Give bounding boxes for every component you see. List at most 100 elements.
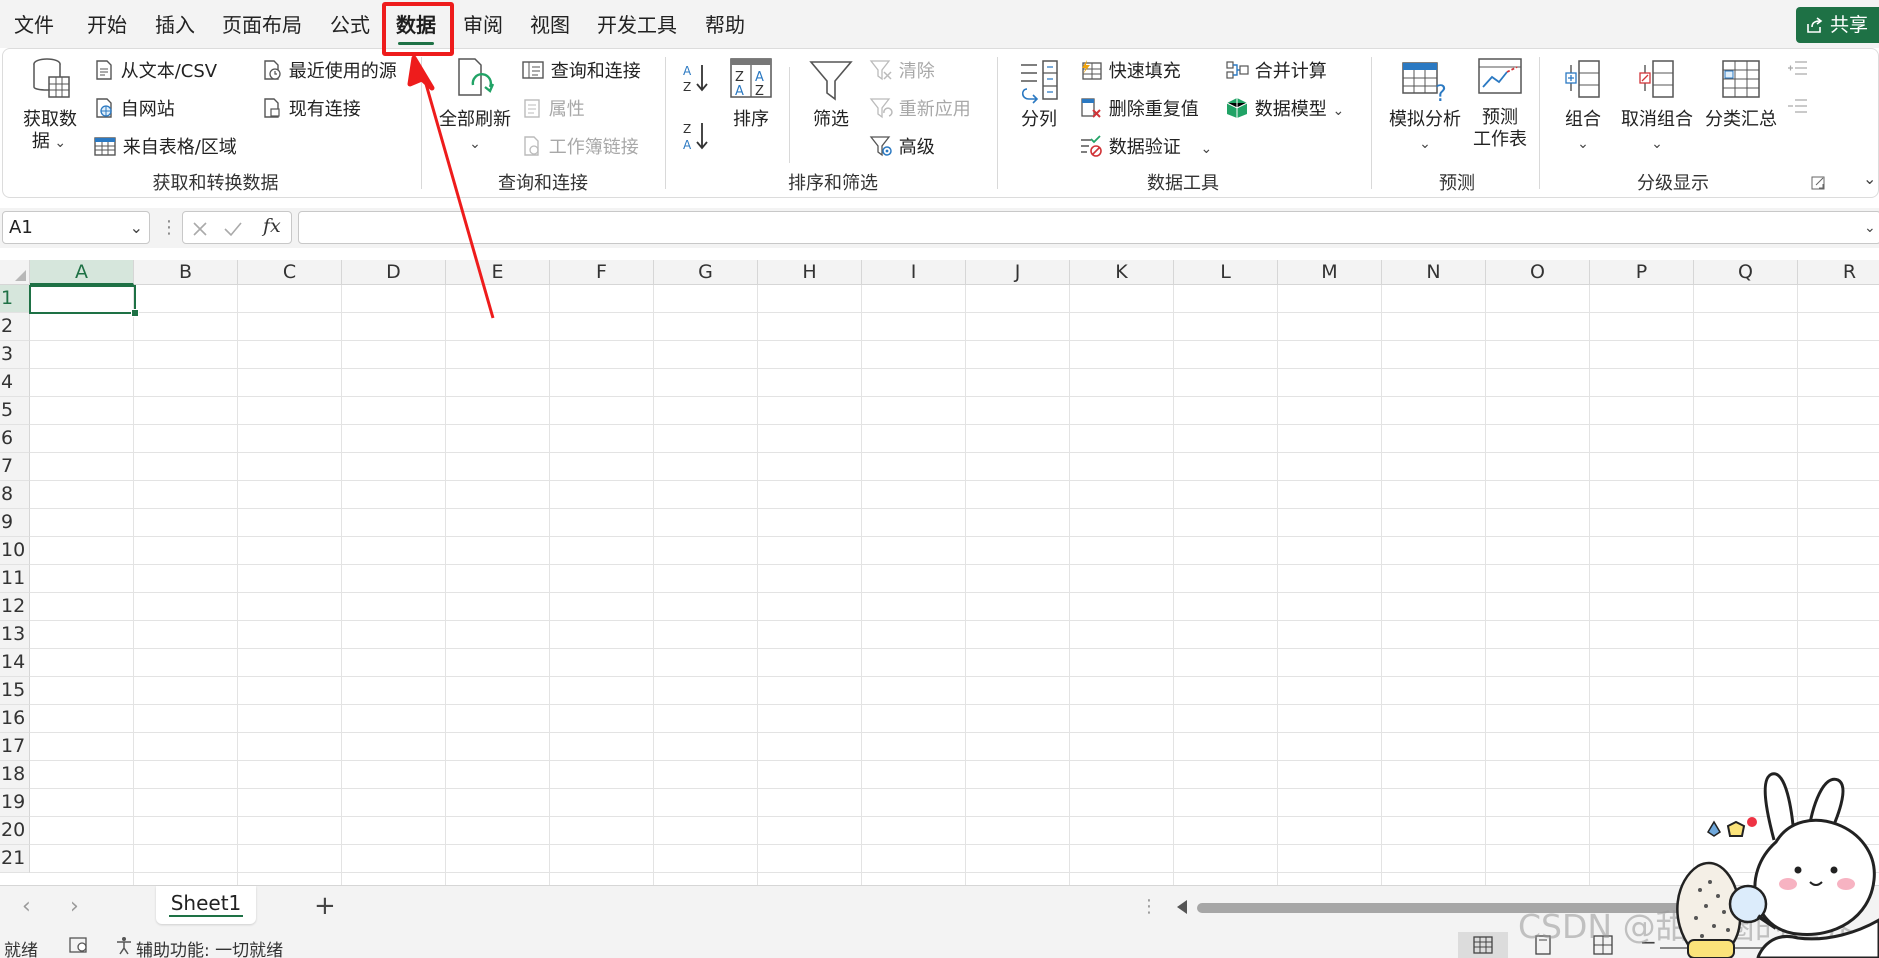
column-header-j[interactable]: J [966,260,1070,285]
row-header-3[interactable]: 3 [0,341,30,369]
group-button[interactable]: 组合 ⌄ [1553,55,1613,155]
row-header-1[interactable]: 1 [0,285,30,313]
row-header-9[interactable]: 9 [0,509,30,537]
tab-review[interactable]: 审阅 [463,10,503,40]
sort-button[interactable]: Z A A Z 排序 [723,55,779,145]
from-web-button[interactable]: 自网站 [93,97,175,122]
from-table-button[interactable]: 来自表格/区域 [93,135,237,160]
row-header-2[interactable]: 2 [0,313,30,341]
sheet-tab[interactable]: Sheet1 [156,886,256,924]
row-header-18[interactable]: 18 [0,761,30,789]
scroll-left-arrow-icon[interactable] [1177,900,1187,914]
expand-formula-icon[interactable]: ⌄ [1864,220,1876,236]
row-header-16[interactable]: 16 [0,705,30,733]
row-header-13[interactable]: 13 [0,621,30,649]
tab-file[interactable]: 文件 [14,10,54,40]
workbook-links-button[interactable]: 工作簿链接 [521,135,639,160]
show-detail-button[interactable] [1787,59,1809,84]
tab-help[interactable]: 帮助 [705,10,745,40]
column-header-h[interactable]: H [758,260,862,285]
row-header-21[interactable]: 21 [0,845,30,873]
data-validation-button[interactable]: 数据验证 ⌄ [1079,135,1212,161]
row-header-7[interactable]: 7 [0,453,30,481]
row-header-20[interactable]: 20 [0,817,30,845]
formula-input[interactable] [298,211,1879,244]
active-cell[interactable] [29,285,139,317]
row-header-8[interactable]: 8 [0,481,30,509]
sort-descending-button[interactable]: Z A [681,119,711,160]
accessibility-status[interactable]: 辅助功能: 一切就绪 [136,936,283,958]
tab-formulas[interactable]: 公式 [330,10,370,40]
subtotal-button[interactable]: 分类汇总 [1699,55,1783,155]
enter-check-icon[interactable] [223,220,243,238]
column-header-b[interactable]: B [134,260,238,285]
flash-fill-button[interactable]: 快速填充 [1079,59,1181,84]
tab-home[interactable]: 开始 [87,10,127,40]
column-header-c[interactable]: C [238,260,342,285]
formula-bar-grip[interactable]: ⋮ [160,217,178,238]
column-header-e[interactable]: E [446,260,550,285]
cancel-icon[interactable] [191,220,209,238]
row-header-12[interactable]: 12 [0,593,30,621]
tab-insert[interactable]: 插入 [155,10,195,40]
row-header-10[interactable]: 10 [0,537,30,565]
row-header-15[interactable]: 15 [0,677,30,705]
scroll-left-icon[interactable]: ‹ [22,894,31,919]
normal-view-button[interactable] [1458,932,1508,958]
add-sheet-button[interactable]: + [314,891,336,921]
column-header-i[interactable]: I [862,260,966,285]
refresh-all-button[interactable]: 全部刷新 ⌄ [435,55,515,155]
column-header-n[interactable]: N [1382,260,1486,285]
column-header-q[interactable]: Q [1694,260,1798,285]
column-header-m[interactable]: M [1278,260,1382,285]
collapse-ribbon-icon[interactable]: ⌄ [1863,167,1876,191]
column-header-a[interactable]: A [30,260,134,285]
scroll-right-icon[interactable]: › [70,894,79,919]
ungroup-button[interactable]: 取消组合 ⌄ [1615,55,1699,155]
column-header-l[interactable]: L [1174,260,1278,285]
tab-developer[interactable]: 开发工具 [597,10,677,40]
consolidate-button[interactable]: 合并计算 [1225,59,1327,84]
macro-record-icon[interactable] [68,936,90,954]
row-header-11[interactable]: 11 [0,565,30,593]
from-text-csv-button[interactable]: 从文本/CSV [93,59,217,84]
recent-sources-button[interactable]: 最近使用的源 [261,59,397,84]
row-header-19[interactable]: 19 [0,789,30,817]
remove-duplicates-button[interactable]: 删除重复值 [1079,97,1199,122]
row-header-6[interactable]: 6 [0,425,30,453]
reapply-button[interactable]: 重新应用 [869,97,971,122]
advanced-filter-button[interactable]: 高级 [869,135,935,160]
scrollbar-splitter[interactable]: ⋮ [1140,896,1158,917]
column-header-g[interactable]: G [654,260,758,285]
insert-function-icon[interactable]: fx [263,215,281,237]
chevron-down-icon[interactable]: ⌄ [130,212,143,243]
column-header-o[interactable]: O [1486,260,1590,285]
queries-connections-button[interactable]: 查询和连接 [521,59,641,84]
column-header-k[interactable]: K [1070,260,1174,285]
column-header-f[interactable]: F [550,260,654,285]
row-header-5[interactable]: 5 [0,397,30,425]
column-header-p[interactable]: P [1590,260,1694,285]
properties-button[interactable]: 属性 [521,97,585,122]
accessibility-icon[interactable] [114,935,134,955]
forecast-sheet-button[interactable]: 预测 工作表 [1469,55,1531,155]
text-to-columns-button[interactable]: 分列 [1011,55,1067,145]
dialog-launcher-icon[interactable] [1811,176,1825,190]
clear-filter-button[interactable]: 清除 [869,59,935,84]
filter-button[interactable]: 筛选 [801,55,861,145]
sort-ascending-button[interactable]: A Z [681,61,711,102]
column-header-d[interactable]: D [342,260,446,285]
row-header-14[interactable]: 14 [0,649,30,677]
what-if-analysis-button[interactable]: ? 模拟分析 ⌄ [1383,55,1467,155]
column-header-r[interactable]: R [1798,260,1879,285]
tab-page-layout[interactable]: 页面布局 [222,10,302,40]
select-all-button[interactable] [0,260,30,285]
name-box[interactable]: A1 ⌄ [2,211,150,244]
data-model-button[interactable]: 数据模型 ⌄ [1225,97,1344,123]
share-button[interactable]: 共享 [1796,7,1879,43]
get-data-button[interactable]: 获取数 据 ⌄ [17,55,77,155]
row-header-4[interactable]: 4 [0,369,30,397]
worksheet-grid[interactable]: ABCDEFGHIJKLMNOPQR 1 2 3 4 5 6 7 8 9 10 11 12 13 14 15… [0,260,1879,885]
row-header-17[interactable]: 17 [0,733,30,761]
tab-view[interactable]: 视图 [530,10,570,40]
